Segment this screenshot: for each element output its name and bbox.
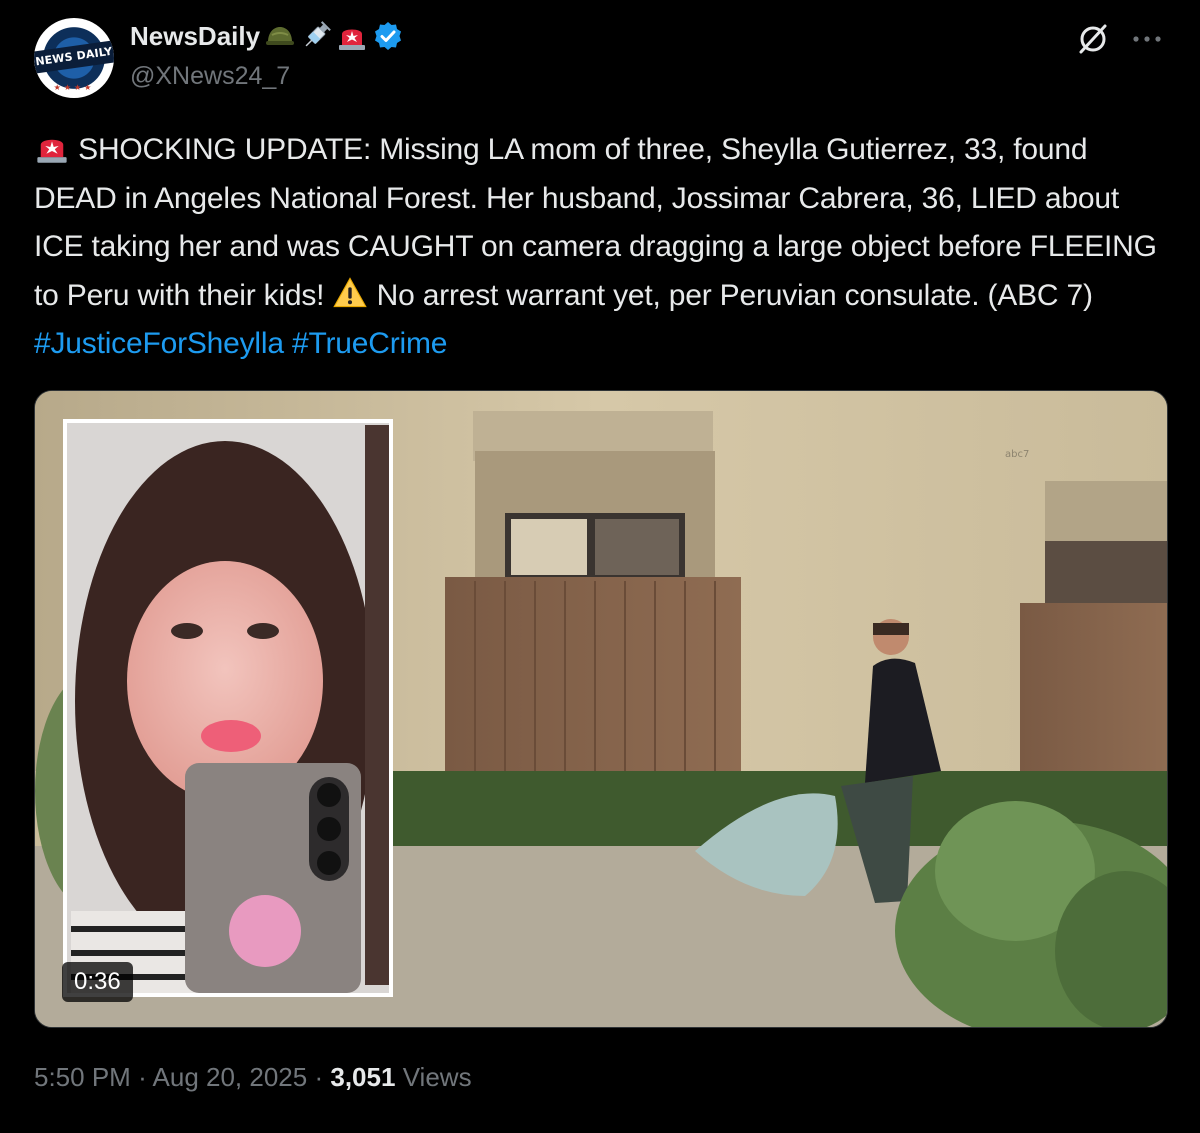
hashtag-link[interactable]: #JusticeForSheylla: [34, 327, 284, 360]
grok-icon[interactable]: [1076, 22, 1110, 56]
meta-separator: ·: [138, 1062, 147, 1092]
post-text-segment: No arrest warrant yet, per Peruvian cons…: [368, 278, 1093, 312]
avatar[interactable]: NEWS DAILY ★★★★: [34, 18, 114, 98]
post-card: NEWS DAILY ★★★★ NewsDaily @XNews24_7 SHO…: [0, 0, 1200, 1133]
views-count[interactable]: 3,051: [330, 1062, 395, 1092]
post-date[interactable]: Aug 20, 2025: [153, 1062, 308, 1092]
post-text: SHOCKING UPDATE: Missing LA mom of three…: [34, 126, 1174, 369]
post-meta: 5:50 PM · Aug 20, 2025 · 3,051 Views: [34, 1062, 472, 1093]
warning-sign-icon: [333, 276, 368, 307]
more-options-icon[interactable]: [1130, 24, 1164, 54]
display-name[interactable]: NewsDaily: [130, 21, 260, 52]
post-text-segment: [284, 327, 292, 360]
syringe-icon: [305, 21, 331, 47]
display-name-row[interactable]: NewsDaily: [130, 18, 404, 54]
police-light-icon: [339, 29, 366, 50]
post-time[interactable]: 5:50 PM: [34, 1062, 131, 1092]
video-frame: abc7: [35, 391, 1167, 1027]
police-light-icon: [37, 139, 67, 163]
verified-badge-icon: [375, 22, 402, 50]
views-label: Views: [402, 1062, 472, 1092]
video-player[interactable]: abc7: [34, 390, 1168, 1028]
video-watermark: abc7: [1005, 449, 1029, 460]
meta-separator: ·: [314, 1062, 324, 1092]
military-helmet-icon: [266, 27, 295, 45]
account-handle[interactable]: @XNews24_7: [130, 62, 290, 91]
video-duration-badge: 0:36: [62, 962, 133, 1002]
stars-decoration: ★★★★: [53, 83, 95, 92]
hashtag-link[interactable]: #TrueCrime: [292, 327, 447, 360]
